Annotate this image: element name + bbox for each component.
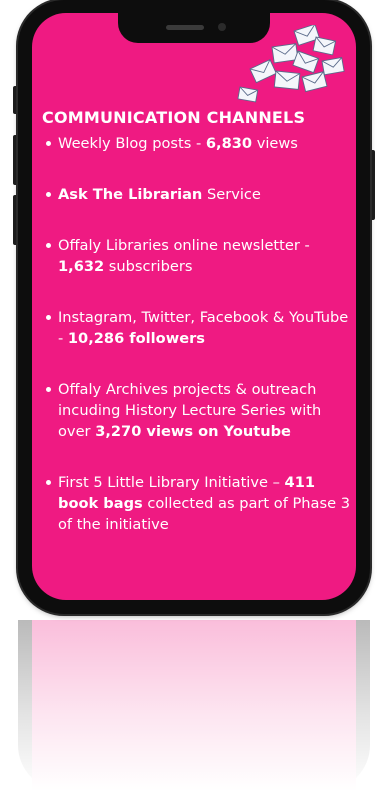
phone-mockup: COMMUNICATION CHANNELS Weekly Blog posts… (0, 0, 383, 791)
item-text: subscribers (104, 258, 193, 275)
highlight-text: 3,270 views on Youtube (95, 423, 291, 440)
camera-icon (218, 23, 226, 31)
highlight-text: Ask The Librarian (58, 186, 203, 203)
list-item: Instagram, Twitter, Facebook & YouTube -… (42, 307, 352, 349)
section-heading: COMMUNICATION CHANNELS (42, 108, 306, 127)
item-text: Weekly Blog posts - (58, 135, 206, 152)
highlight-text: 1,632 (58, 258, 105, 275)
phone-reflection (18, 620, 370, 791)
item-text: Service (202, 186, 261, 203)
list-item: First 5 Little Library Initiative – 411 … (42, 472, 352, 535)
speaker-grille (166, 25, 204, 30)
highlight-text: 10,286 followers (67, 330, 205, 347)
phone-screen: COMMUNICATION CHANNELS Weekly Blog posts… (32, 13, 356, 600)
highlight-text: 6,830 (205, 135, 253, 152)
item-text: views (252, 135, 298, 152)
item-text: First 5 Little Library Initiative – (58, 474, 285, 491)
item-text: Offaly Libraries online newsletter - (58, 237, 310, 254)
list-item: Offaly Libraries online newsletter - 1,6… (42, 235, 352, 277)
phone-frame: COMMUNICATION CHANNELS Weekly Blog posts… (18, 0, 370, 614)
list-item: Weekly Blog posts - 6,830 views (42, 133, 352, 154)
envelopes-icon (237, 25, 345, 103)
channel-list: Weekly Blog posts - 6,830 views Ask The L… (42, 133, 352, 535)
list-item: Ask The Librarian Service (42, 184, 352, 205)
screen-content: COMMUNICATION CHANNELS Weekly Blog posts… (42, 108, 352, 565)
list-item: Offaly Archives projects & outreach incu… (42, 379, 352, 442)
